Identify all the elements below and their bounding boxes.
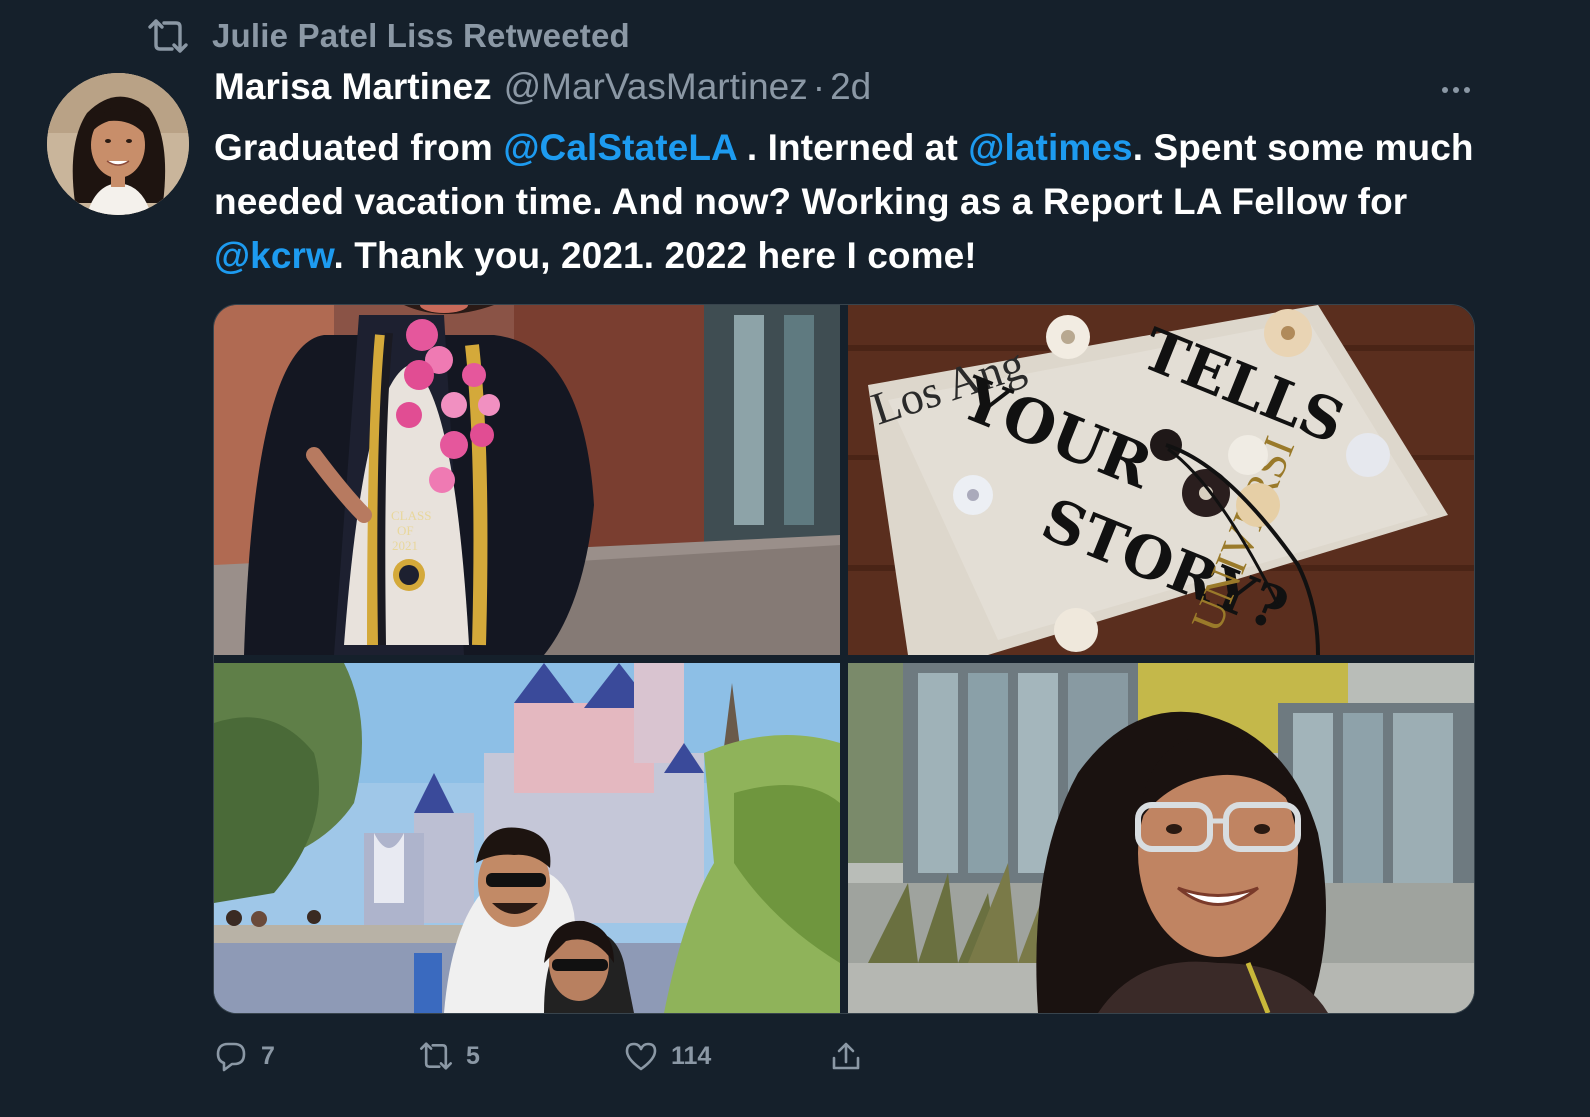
timestamp[interactable]: 2d — [830, 66, 871, 108]
more-icon — [1441, 81, 1471, 99]
mention-link[interactable]: @latimes — [968, 127, 1132, 168]
media-grid: CLASS OF 2021 Los Ang TELLS YOUR STORY? — [213, 304, 1475, 1014]
like-button[interactable]: 114 — [623, 1038, 828, 1074]
retweet-icon — [418, 1038, 454, 1074]
heart-icon — [623, 1038, 659, 1074]
photo-castle[interactable] — [214, 663, 840, 1013]
tweet-text-part: . Thank you, 2021. 2022 here I come! — [333, 235, 977, 276]
share-icon — [828, 1038, 864, 1074]
mention-link[interactable]: @CalStateLA — [503, 127, 736, 168]
tweet[interactable]: Julie Patel Liss Retweeted Marisa Martin… — [0, 0, 1590, 1117]
action-bar: 7 5 114 — [213, 1032, 1033, 1080]
more-button[interactable] — [1432, 74, 1480, 106]
retweet-button[interactable]: 5 — [418, 1038, 623, 1074]
retweet-icon — [146, 16, 192, 56]
stole-text: 2021 — [392, 538, 418, 553]
retweet-count: 5 — [466, 1041, 480, 1070]
tweet-text-part: . Interned at — [736, 127, 969, 168]
reply-count: 7 — [261, 1041, 275, 1070]
like-count: 114 — [671, 1041, 712, 1070]
display-name[interactable]: Marisa Martinez — [214, 66, 492, 108]
avatar[interactable] — [47, 73, 189, 215]
retweet-context-text[interactable]: Julie Patel Liss Retweeted — [212, 17, 630, 55]
separator-dot: · — [812, 66, 826, 107]
reply-button[interactable]: 7 — [213, 1038, 418, 1074]
stole-text: OF — [397, 523, 414, 538]
photo-graduation[interactable]: CLASS OF 2021 — [214, 305, 840, 655]
photo-graduation-cap[interactable]: Los Ang TELLS YOUR STORY? UNIVERSI — [848, 305, 1474, 655]
tweet-text: Graduated from @CalStateLA . Interned at… — [214, 121, 1474, 283]
share-button[interactable] — [828, 1038, 1033, 1074]
retweet-context[interactable]: Julie Patel Liss Retweeted — [146, 14, 630, 58]
mention-link[interactable]: @kcrw — [214, 235, 334, 276]
reply-icon — [213, 1038, 249, 1074]
tweet-text-part: Graduated from — [214, 127, 504, 168]
user-handle[interactable]: @MarVasMartinez — [504, 66, 808, 108]
stole-text: CLASS — [391, 508, 431, 523]
tweet-header: Marisa Martinez @MarVasMartinez · 2d — [214, 66, 871, 114]
photo-selfie[interactable] — [848, 663, 1474, 1013]
